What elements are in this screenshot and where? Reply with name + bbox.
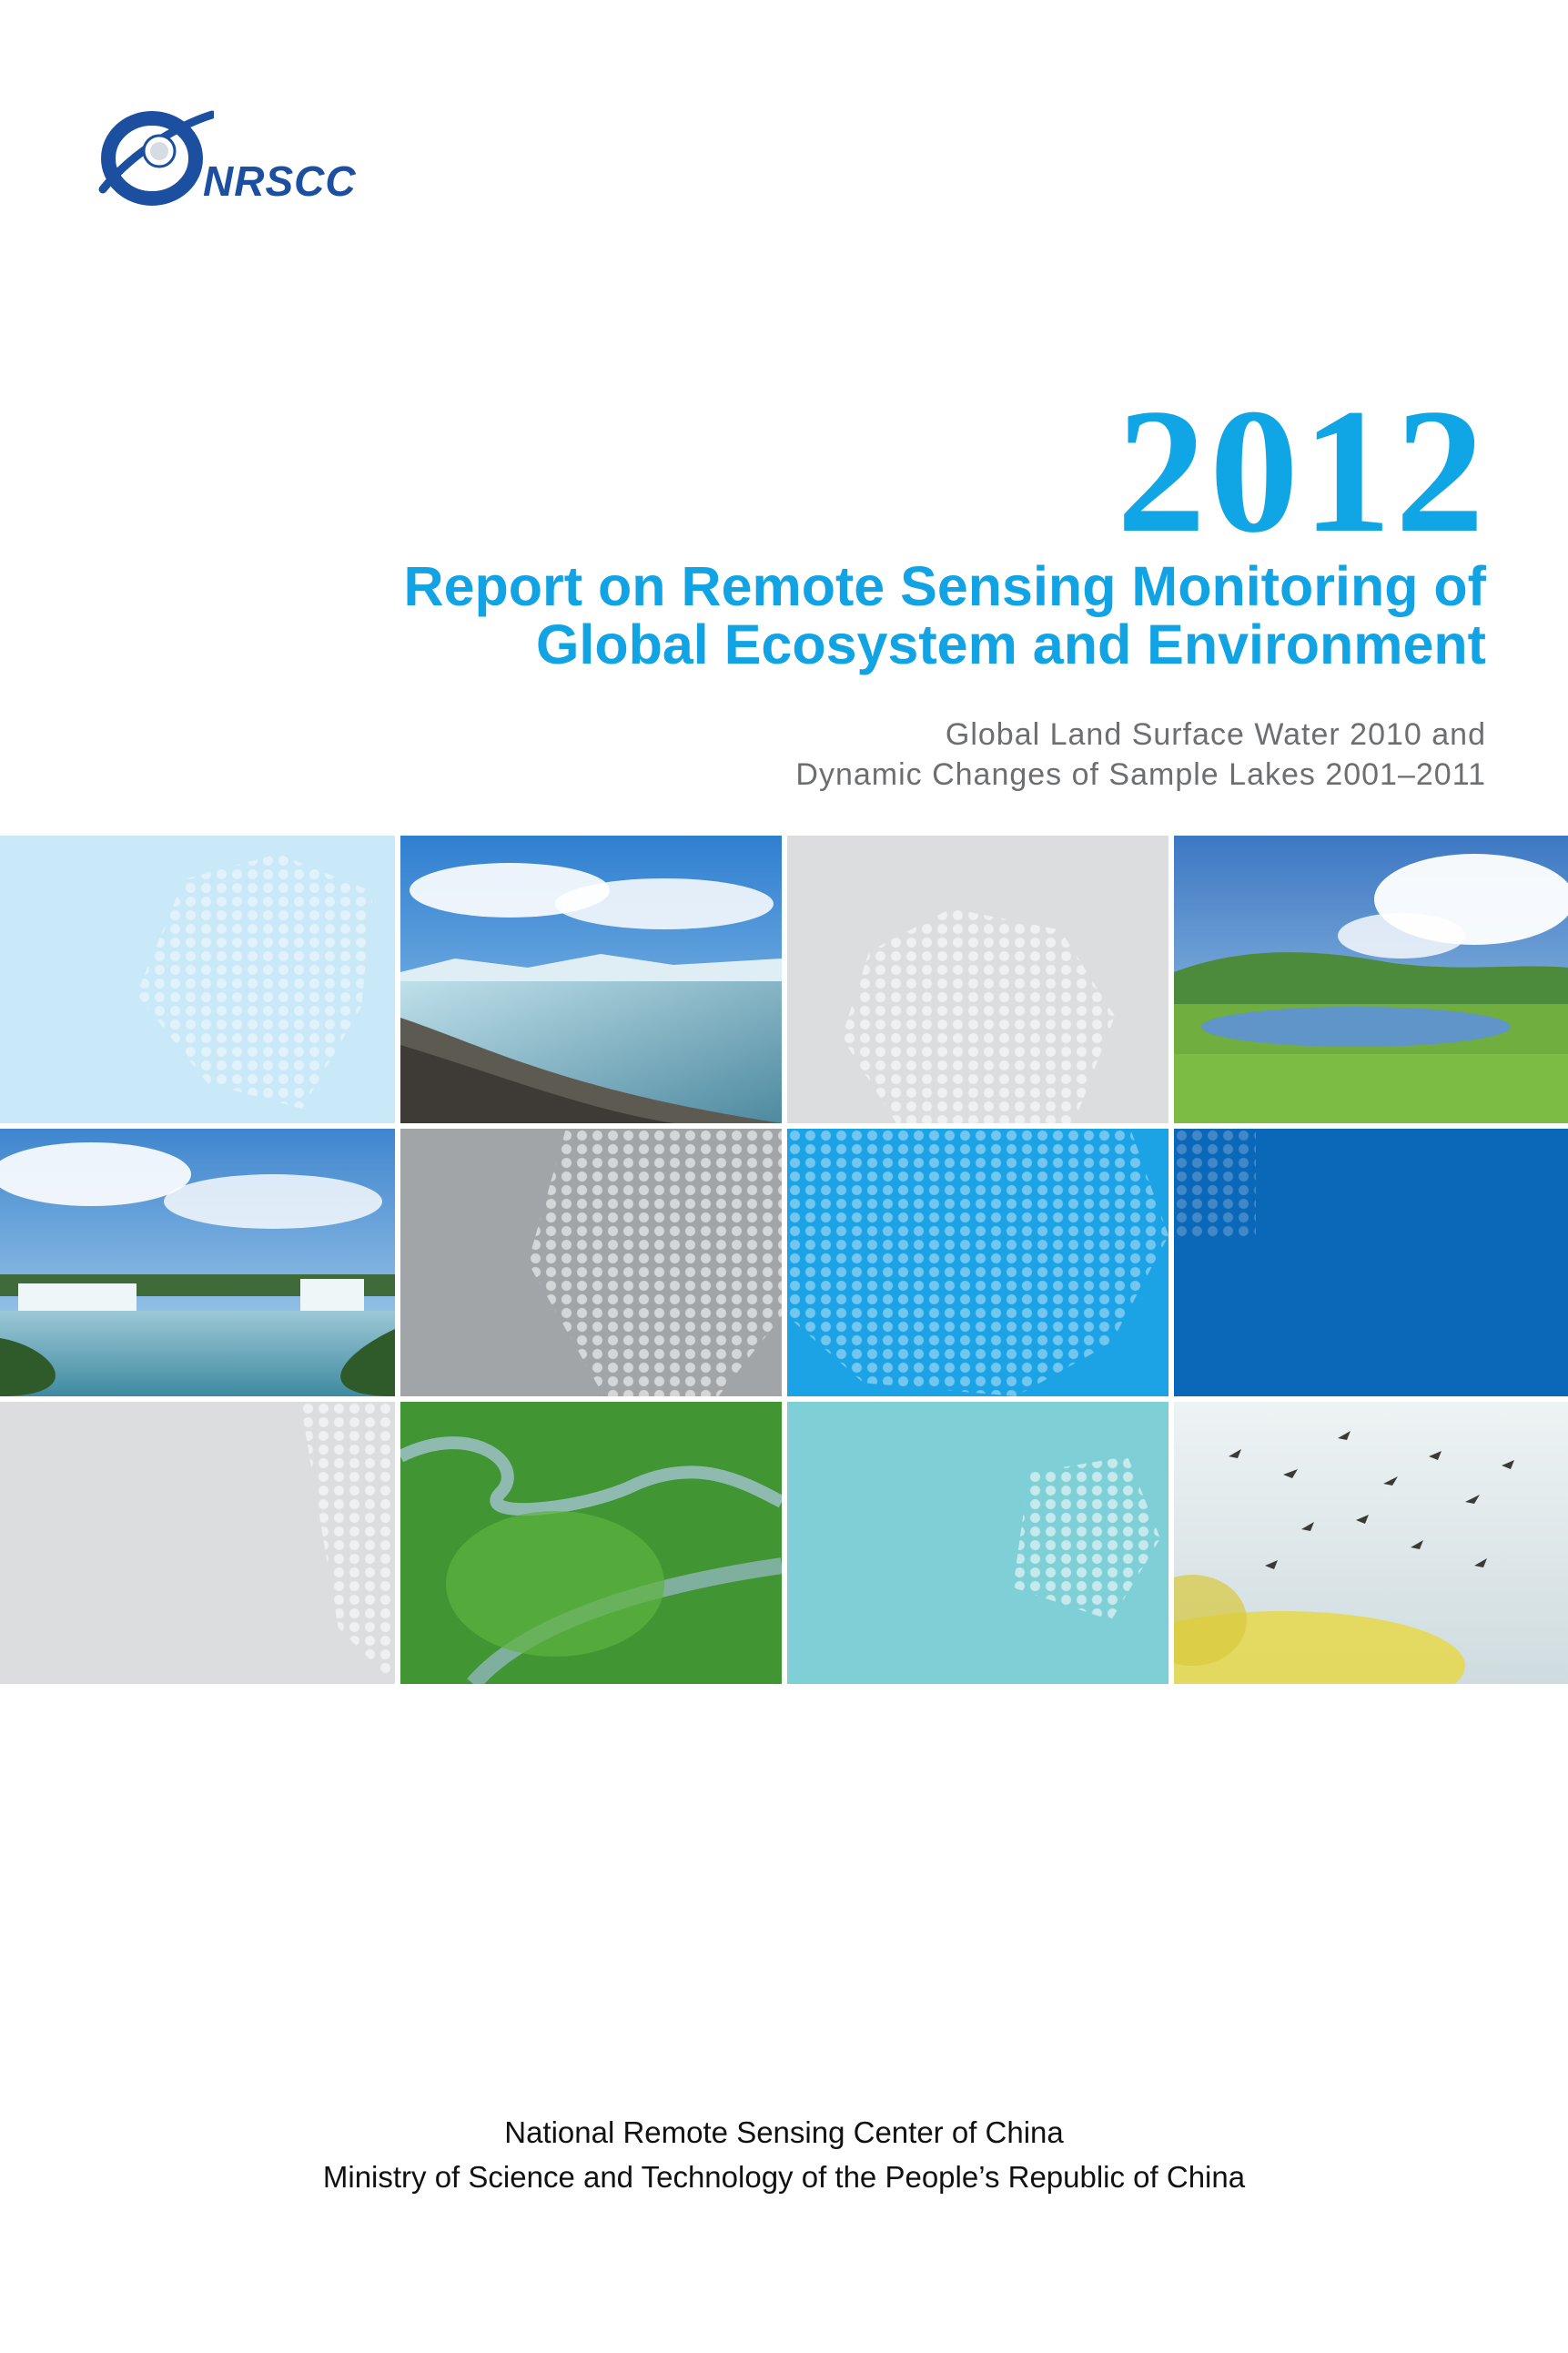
world-map-dots <box>1174 1129 1256 1238</box>
map-tile-grey <box>400 1129 782 1396</box>
photo-cranes-over-wetland <box>1174 1402 1568 1684</box>
map-tile-light-grey-2 <box>0 1402 395 1684</box>
nrscc-logo: NRSCC <box>96 98 369 217</box>
cover-year: 2012 <box>1117 372 1488 570</box>
map-tile-light-grey <box>787 836 1168 1123</box>
photo-glacial-lake-shore <box>400 836 782 1123</box>
publisher-footer: National Remote Sensing Center of China … <box>0 2110 1568 2199</box>
logo-text: NRSCC <box>203 157 357 205</box>
world-map-dots <box>842 908 1115 1123</box>
report-subtitle-line-2: Dynamic Changes of Sample Lakes 2001–201… <box>795 757 1486 792</box>
map-tile-teal <box>787 1402 1168 1684</box>
world-map-dots <box>137 854 373 1109</box>
map-tile-blue <box>787 1129 1168 1396</box>
report-title-line-1: Report on Remote Sensing Monitoring of <box>403 555 1486 617</box>
publisher-line-1: National Remote Sensing Center of China <box>504 2115 1064 2149</box>
photo-waterfall <box>0 1129 395 1396</box>
solid-tile-dark-blue <box>1174 1129 1568 1396</box>
cover-mosaic <box>0 836 1568 1684</box>
report-title: Report on Remote Sensing Monitoring of G… <box>121 557 1486 674</box>
world-map-dots <box>528 1129 782 1396</box>
world-map-dots <box>300 1402 395 1684</box>
world-map-dots <box>787 1129 1168 1396</box>
report-subtitle-line-1: Global Land Surface Water 2010 and <box>945 717 1486 752</box>
photo-river-through-forest <box>400 1402 782 1684</box>
publisher-line-2: Ministry of Science and Technology of th… <box>322 2160 1246 2194</box>
report-subtitle: Global Land Surface Water 2010 and Dynam… <box>212 715 1486 795</box>
photo-grassland-lake <box>1174 836 1568 1123</box>
map-tile-light-blue <box>0 836 395 1123</box>
report-title-line-2: Global Ecosystem and Environment <box>535 614 1486 675</box>
nrscc-orbit-logo-icon <box>98 110 214 206</box>
world-map-dots <box>1013 1456 1160 1620</box>
